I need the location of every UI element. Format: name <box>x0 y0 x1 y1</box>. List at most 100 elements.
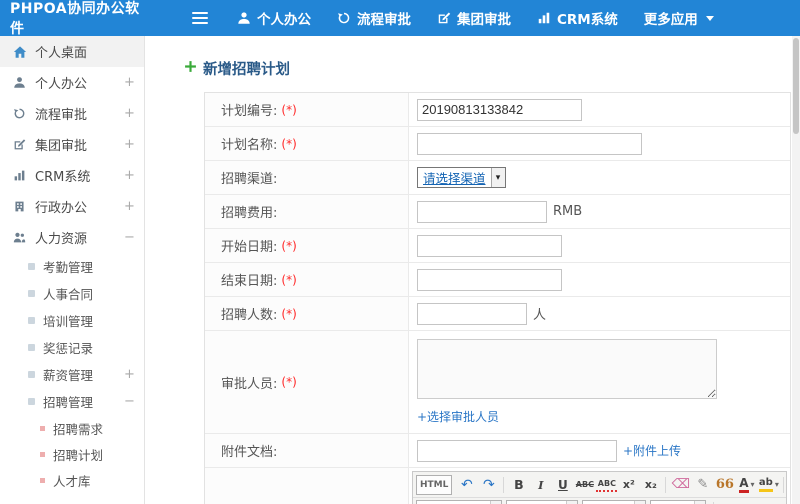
label-text: 附件文档: <box>221 445 278 460</box>
app-logo: PHPOA协同办公软件 <box>10 1 140 37</box>
editor-toolbar-row-1: HTML ↶ ↷ B I U ABC ABC x² x₂ ⌫ ✎ 66 A ▾ … <box>413 472 786 497</box>
sidebar-item-crm[interactable]: CRM系统 + <box>0 160 144 191</box>
superscript-button[interactable]: x² <box>618 475 639 495</box>
bullet-icon <box>40 477 45 483</box>
label-text: 计划编号: <box>221 104 278 119</box>
sidebar-item-label: 招聘管理 <box>43 395 94 410</box>
page-title: 新增招聘计划 <box>184 58 792 79</box>
expand-toggle[interactable]: + <box>124 75 135 90</box>
italic-button[interactable]: I <box>530 475 551 495</box>
redo-button[interactable]: ↷ <box>478 475 499 495</box>
required-mark: (*) <box>281 272 297 287</box>
sidebar-item-rewards[interactable]: 奖惩记录 <box>0 334 144 361</box>
sidebar-item-label: 人事合同 <box>43 287 94 302</box>
fee-input[interactable] <box>417 200 547 223</box>
align-right-icon[interactable] <box>764 500 786 504</box>
flow-icon <box>12 107 27 120</box>
underline-button[interactable]: U <box>552 475 573 495</box>
sidebar-item-personal-office[interactable]: 个人办公 + <box>0 67 144 98</box>
user-icon <box>12 76 27 89</box>
expand-toggle[interactable]: − <box>124 394 135 409</box>
expand-toggle[interactable]: − <box>124 230 135 245</box>
expand-toggle[interactable]: + <box>124 367 135 382</box>
nav-crm-system[interactable]: CRM系统 <box>524 0 631 36</box>
undo-button[interactable]: ↶ <box>456 475 477 495</box>
align-center-icon[interactable] <box>741 500 763 504</box>
channel-select[interactable]: 请选择渠道 ▾ <box>417 167 506 188</box>
format-painter-button[interactable]: ✎ <box>692 475 713 495</box>
nav-group-approval[interactable]: 集团审批 <box>424 0 524 36</box>
sidebar-item-recruit-demand[interactable]: 招聘需求 <box>0 415 144 441</box>
currency-unit: RMB <box>553 204 583 219</box>
spellcheck-button[interactable]: ABC <box>596 477 618 492</box>
edit-icon <box>437 11 451 25</box>
expand-toggle[interactable]: + <box>124 168 135 183</box>
sidebar-item-label: 奖惩记录 <box>43 341 94 356</box>
form-row-channel: 招聘渠道: 请选择渠道 ▾ <box>205 161 790 195</box>
form-row-editor: HTML ↶ ↷ B I U ABC ABC x² x₂ ⌫ ✎ 66 A ▾ … <box>205 468 790 504</box>
sidebar-item-salary[interactable]: 薪资管理 + <box>0 361 144 388</box>
nav-label: 个人办公 <box>257 12 311 28</box>
approver-textarea[interactable] <box>417 339 717 399</box>
sidebar-item-desktop[interactable]: 个人桌面 <box>0 36 144 67</box>
sidebar-item-attendance[interactable]: 考勤管理 <box>0 253 144 280</box>
strikethrough-button[interactable]: ABC <box>574 475 595 495</box>
field-label: 结束日期: (*) <box>205 263 409 296</box>
attachment-upload-link[interactable]: +附件上传 <box>623 442 681 459</box>
sidebar-item-admin-office[interactable]: 行政办公 + <box>0 191 144 222</box>
select-approver-link[interactable]: +选择审批人员 <box>417 408 499 425</box>
paragraph-format-select[interactable]: 段落格式 ▾ <box>506 500 578 504</box>
blockquote-button[interactable]: 66 <box>714 475 735 495</box>
sidebar-item-label: 人才库 <box>53 473 91 489</box>
bullet-icon <box>28 398 35 405</box>
nav-more-apps[interactable]: 更多应用 <box>631 0 727 36</box>
highlight-glyph: ab <box>758 477 773 492</box>
plan-name-input[interactable] <box>417 132 642 155</box>
headcount-input[interactable] <box>417 302 527 325</box>
attachment-input[interactable] <box>417 439 617 462</box>
custom-heading-select[interactable]: 自定义标题 ▾ <box>416 500 502 504</box>
font-size-select[interactable]: 字号 ▾ <box>650 500 706 504</box>
plan-no-input[interactable] <box>417 98 582 121</box>
sidebar-item-recruit-plan[interactable]: 招聘计划 <box>0 441 144 467</box>
remove-format-button[interactable]: ⌫ <box>670 475 691 495</box>
label-text: 招聘费用: <box>221 206 278 221</box>
end-date-input[interactable] <box>417 268 562 291</box>
font-family-select[interactable]: 字体 ▾ <box>582 500 646 504</box>
field-label <box>205 468 409 504</box>
bold-button[interactable]: B <box>508 475 529 495</box>
bullet-icon <box>40 425 45 431</box>
menu-toggle-icon[interactable] <box>192 12 208 24</box>
scrollbar-thumb[interactable] <box>793 38 799 134</box>
field-label: 计划编号: (*) <box>205 93 409 126</box>
field-label: 招聘费用: <box>205 195 409 228</box>
label-text: 计划名称: <box>221 138 278 153</box>
topbar: PHPOA协同办公软件 个人办公 流程审批 集团审批 CRM系统 更多应用 <box>0 0 800 37</box>
chevron-down-icon: ▾ <box>750 480 755 489</box>
sidebar-item-hr-contract[interactable]: 人事合同 <box>0 280 144 307</box>
sidebar-item-training[interactable]: 培训管理 <box>0 307 144 334</box>
start-date-input[interactable] <box>417 234 562 257</box>
sidebar-item-workflow-approval[interactable]: 流程审批 + <box>0 98 144 129</box>
chart-icon <box>537 11 551 25</box>
align-left-icon[interactable] <box>718 500 740 504</box>
required-mark: (*) <box>281 102 297 117</box>
nav-personal-office[interactable]: 个人办公 <box>224 0 324 36</box>
expand-toggle[interactable]: + <box>124 106 135 121</box>
highlight-color-button[interactable]: ab ▾ <box>758 475 779 495</box>
expand-toggle[interactable]: + <box>124 199 135 214</box>
sidebar-item-group-approval[interactable]: 集团审批 + <box>0 129 144 160</box>
bullet-icon <box>28 317 35 324</box>
vertical-scrollbar[interactable] <box>792 36 800 504</box>
sidebar-item-hr[interactable]: 人力资源 − <box>0 222 144 253</box>
nav-workflow-approval[interactable]: 流程审批 <box>324 0 424 36</box>
sidebar-item-talent-pool[interactable]: 人才库 <box>0 467 144 493</box>
expand-toggle[interactable]: + <box>124 137 135 152</box>
sidebar-item-label: 流程审批 <box>35 108 88 123</box>
sidebar-item-recruitment[interactable]: 招聘管理 − <box>0 388 144 415</box>
font-color-button[interactable]: A ▾ <box>736 475 757 495</box>
html-source-button[interactable]: HTML <box>416 474 453 495</box>
subscript-button[interactable]: x₂ <box>640 475 661 495</box>
select-value: 请选择渠道 <box>423 171 486 186</box>
field-label: 招聘渠道: <box>205 161 409 194</box>
